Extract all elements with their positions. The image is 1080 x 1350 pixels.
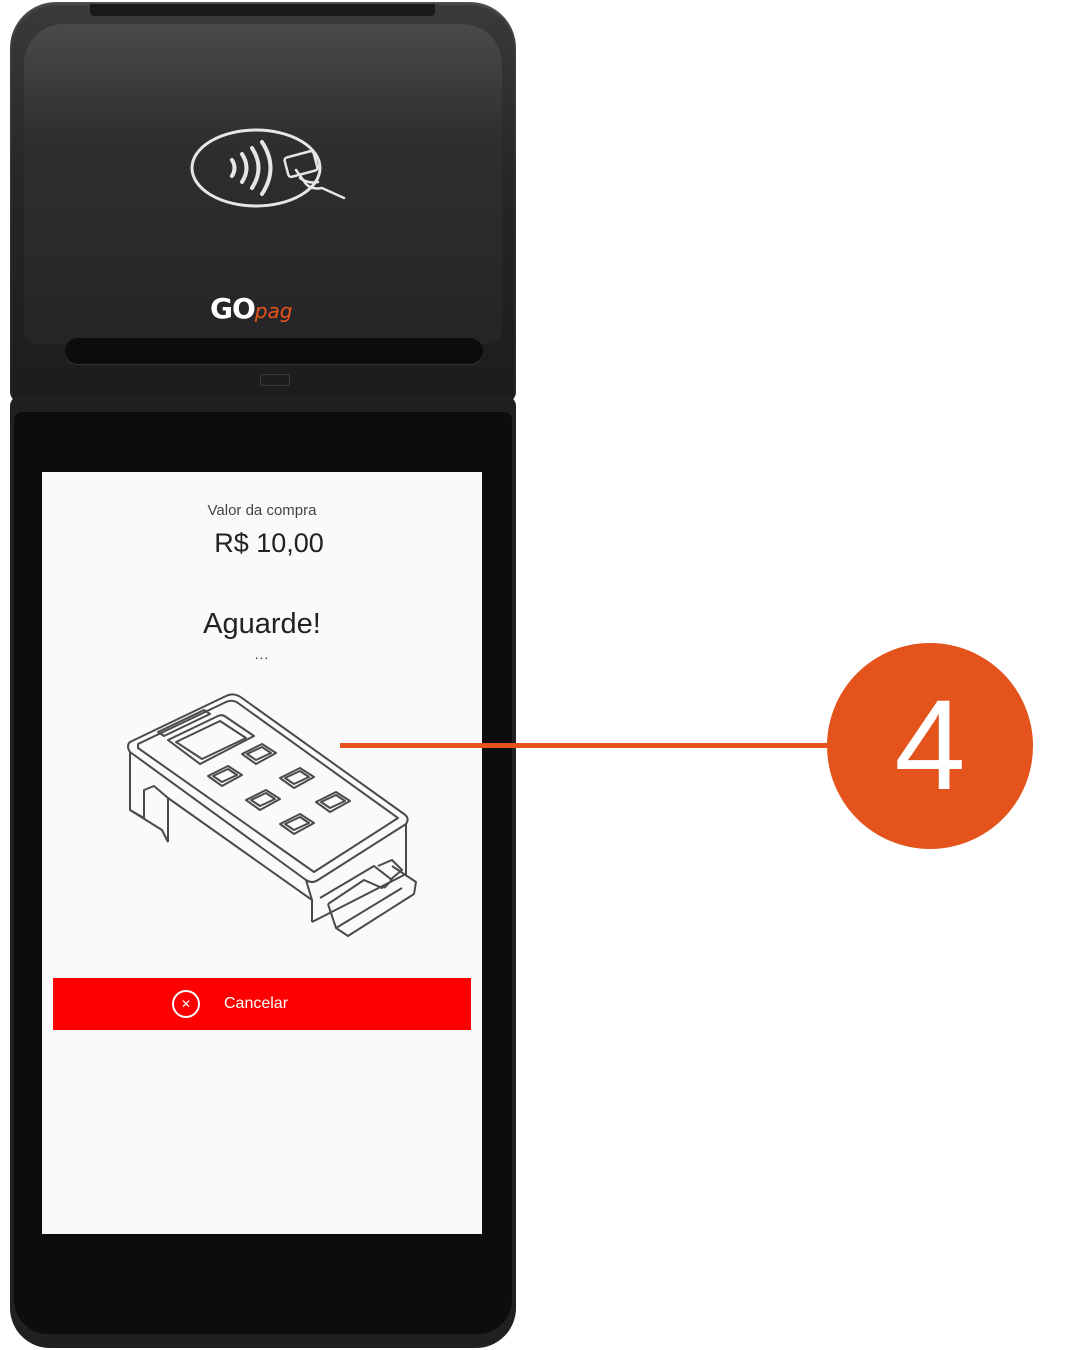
gopag-logo: GOpag bbox=[210, 292, 320, 326]
amount-label: Valor da compra bbox=[207, 502, 317, 519]
step-number-badge: 4 bbox=[827, 643, 1033, 849]
contactless-payment-icon bbox=[190, 128, 346, 208]
cancel-button[interactable]: ✕ Cancelar bbox=[53, 978, 471, 1030]
paper-slot bbox=[65, 338, 483, 364]
status-dots: ... bbox=[254, 646, 270, 662]
card-terminal-icon bbox=[127, 693, 417, 937]
printer-top-edge bbox=[90, 4, 435, 16]
callout-line bbox=[340, 743, 832, 748]
logo-go: GO bbox=[210, 292, 256, 325]
payment-screen: Valor da compra R$ 10,00 Aguarde! ... ✕ … bbox=[42, 472, 482, 1234]
usb-port bbox=[260, 374, 290, 386]
printer-head: GOpag bbox=[10, 2, 516, 402]
amount-value: R$ 10,00 bbox=[214, 528, 324, 558]
logo-pag: pag bbox=[254, 299, 293, 323]
cancel-button-label: Cancelar bbox=[223, 995, 289, 1012]
status-title: Aguarde! bbox=[203, 608, 321, 640]
close-circle-icon: ✕ bbox=[171, 990, 200, 1018]
